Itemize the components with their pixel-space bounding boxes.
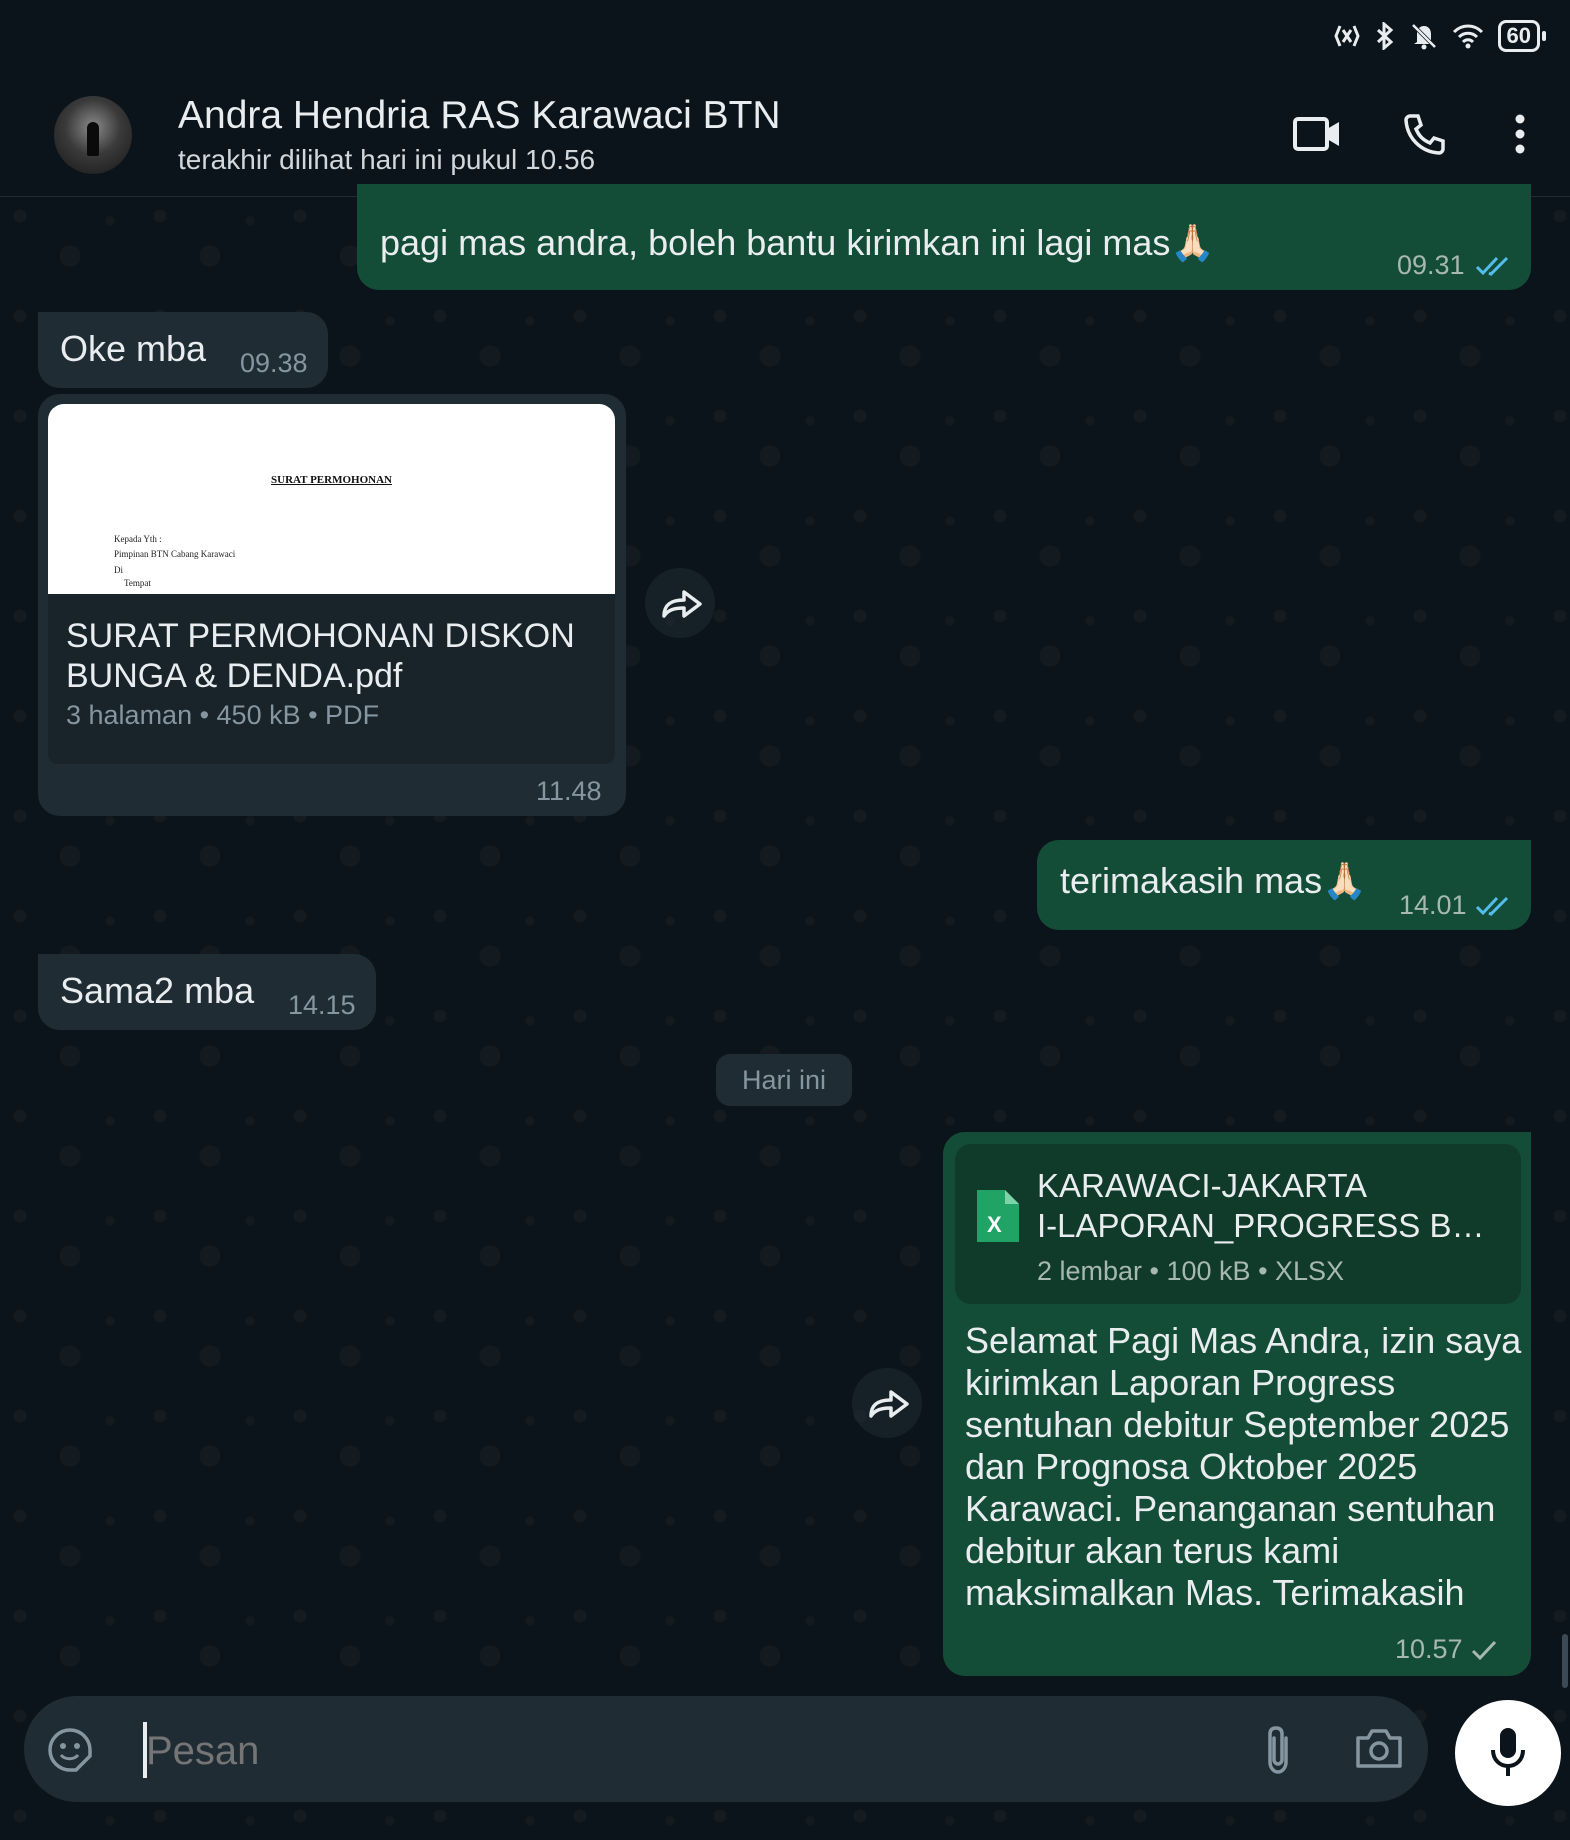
message-input-bar[interactable] [24,1696,1428,1802]
excel-file-icon: X [977,1190,1019,1242]
message-caption: Selamat Pagi Mas Andra, izin saya kirimk… [965,1320,1522,1613]
voice-message-button[interactable] [1455,1700,1561,1806]
battery-indicator: 60 [1497,20,1547,52]
preview-line: Kepada Yth : [114,534,162,544]
forward-button[interactable] [645,568,715,638]
preview-line: Pimpinan BTN Cabang Karawaci [114,549,236,559]
read-receipt-icon [1475,896,1509,916]
mute-bell-icon [1411,23,1436,50]
microphone-icon [1491,1728,1525,1776]
document-file-name: KARAWACI-JAKARTA I-LAPORAN_PROGRESS B… [1037,1167,1485,1244]
wifi-icon [1452,24,1483,49]
camera-icon[interactable] [1354,1726,1404,1770]
attach-icon[interactable] [1258,1724,1298,1776]
preview-line: Tempat [124,578,151,588]
document-meta: 3 halaman • 450 kB • PDF [66,700,380,730]
document-meta: 2 lembar • 100 kB • XLSX [1037,1256,1345,1286]
message-text: terimakasih mas🙏🏻 [1060,860,1367,901]
document-info[interactable]: SURAT PERMOHONAN DISKON BUNGA & DENDA.pd… [48,594,615,764]
forward-icon [662,590,702,618]
voice-call-icon[interactable] [1402,112,1446,156]
status-bar: 60 [0,0,1570,72]
sent-tick-icon [1471,1640,1497,1661]
document-file-name: SURAT PERMOHONAN DISKON BUNGA & DENDA.pd… [66,617,575,695]
bluetooth-icon [1376,22,1393,50]
message-bubble-incoming[interactable]: Oke mba 09.38 [38,312,328,388]
nfc-icon [1333,25,1360,47]
preview-line: Di [114,565,123,575]
message-text: Oke mba [60,328,207,369]
date-separator: Hari ini [716,1054,852,1106]
scrollbar-thumb[interactable] [1562,1634,1568,1688]
chat-header[interactable]: Andra Hendria RAS Karawaci BTN terakhir … [0,72,1570,197]
message-text: pagi mas andra, boleh bantu kirimkan ini… [380,222,1216,263]
message-bubble-outgoing[interactable]: terimakasih mas🙏🏻 14.01 [1037,840,1531,930]
message-input[interactable] [144,1722,1208,1780]
read-receipt-icon [1475,256,1509,276]
message-bubble-outgoing[interactable]: pagi mas andra, boleh bantu kirimkan ini… [357,184,1531,290]
message-time: 10.57 [1395,1634,1463,1664]
document-message-incoming[interactable]: SURAT PERMOHONAN Kepada Yth : Pimpinan B… [38,394,626,816]
contact-name[interactable]: Andra Hendria RAS Karawaci BTN [178,94,781,138]
document-message-outgoing[interactable]: X KARAWACI-JAKARTA I-LAPORAN_PROGRESS B…… [943,1132,1531,1676]
file-type-letter: X [987,1212,1002,1237]
message-time: 09.31 [1397,250,1465,280]
video-call-icon[interactable] [1292,114,1342,154]
message-time: 09.38 [240,348,308,378]
more-options-icon[interactable] [1508,114,1532,154]
message-time: 14.01 [1399,890,1467,920]
xlsx-document-card[interactable]: X KARAWACI-JAKARTA I-LAPORAN_PROGRESS B…… [955,1144,1521,1304]
emoji-sticker-icon[interactable] [46,1726,94,1774]
forward-icon [869,1390,909,1418]
forward-button[interactable] [852,1368,922,1438]
preview-title: SURAT PERMOHONAN [271,474,392,486]
message-text: Sama2 mba [60,970,255,1011]
message-time: 14.15 [288,990,356,1020]
pdf-preview-thumbnail[interactable]: SURAT PERMOHONAN Kepada Yth : Pimpinan B… [48,404,615,594]
message-time: 11.48 [536,776,602,806]
contact-avatar[interactable] [54,96,132,174]
message-bubble-incoming[interactable]: Sama2 mba 14.15 [38,954,376,1030]
last-seen-status: terakhir dilihat hari ini pukul 10.56 [178,144,596,175]
